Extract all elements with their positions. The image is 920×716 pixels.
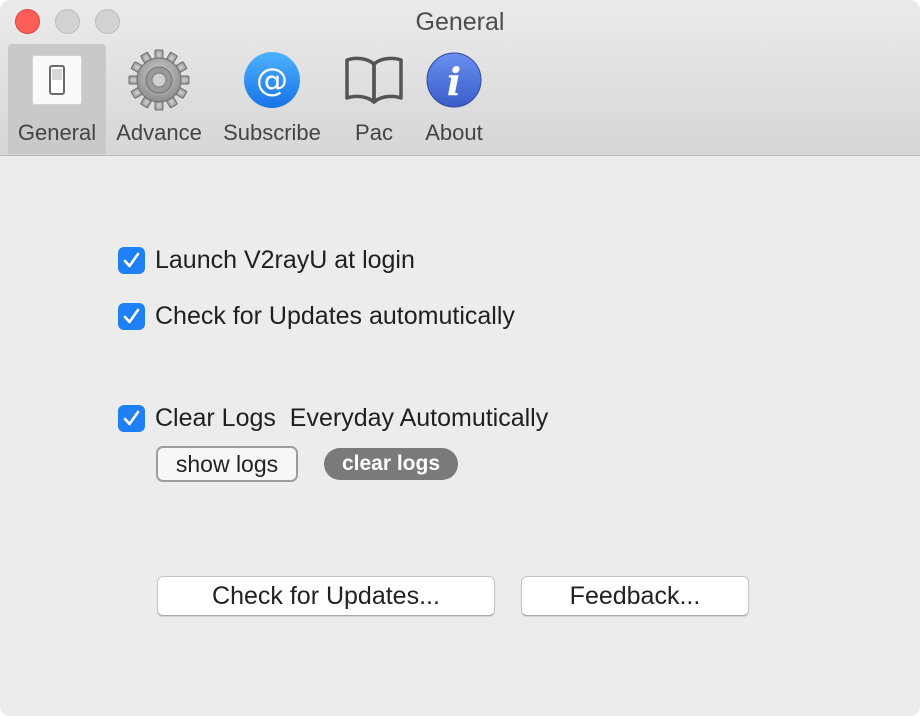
check-for-updates-button[interactable]: Check for Updates... (157, 576, 495, 616)
titlebar: General General Advance @ Subscribe Pac … (0, 0, 920, 156)
window-title: General (415, 8, 505, 36)
checkmark-icon (123, 308, 140, 323)
tab-about[interactable]: i About (416, 44, 492, 154)
clear-logs-option[interactable]: Clear Logs Everyday Automutically (118, 403, 548, 433)
checkmark-icon (123, 410, 140, 425)
check-updates-auto-checkbox[interactable] (118, 302, 145, 330)
show-logs-button[interactable]: show logs (156, 446, 298, 482)
check-updates-auto-option[interactable]: Check for Updates automutically (118, 301, 515, 331)
tab-advance[interactable]: Advance (110, 44, 208, 154)
preferences-window: General General Advance @ Subscribe Pac … (0, 0, 920, 716)
tab-general[interactable]: General (8, 44, 106, 154)
svg-text:@: @ (256, 61, 288, 99)
launch-at-login-checkbox[interactable] (118, 246, 145, 274)
svg-text:i: i (447, 59, 461, 104)
clear-logs-checkbox[interactable] (118, 404, 145, 432)
checkmark-icon (123, 252, 140, 267)
tab-subscribe[interactable]: @ Subscribe (216, 44, 328, 154)
at-sign-icon: @ (242, 50, 302, 116)
gear-icon (127, 48, 191, 118)
info-icon: i (425, 51, 483, 115)
book-icon (343, 54, 405, 112)
tab-pac-label: Pac (355, 120, 393, 145)
clear-logs-label: Clear Logs Everyday Automutically (155, 403, 549, 432)
tab-pac[interactable]: Pac (336, 44, 412, 154)
check-updates-auto-label: Check for Updates automutically (155, 301, 515, 330)
tab-advance-label: Advance (116, 120, 202, 145)
tab-general-label: General (17, 120, 97, 145)
clear-logs-button[interactable]: clear logs (324, 448, 458, 480)
feedback-button[interactable]: Feedback... (521, 576, 749, 616)
tab-subscribe-label: Subscribe (223, 120, 321, 145)
launch-at-login-label: Launch V2rayU at login (155, 245, 415, 274)
tab-about-label: About (425, 120, 483, 145)
switch-icon (29, 52, 85, 114)
launch-at-login-option[interactable]: Launch V2rayU at login (118, 245, 415, 275)
